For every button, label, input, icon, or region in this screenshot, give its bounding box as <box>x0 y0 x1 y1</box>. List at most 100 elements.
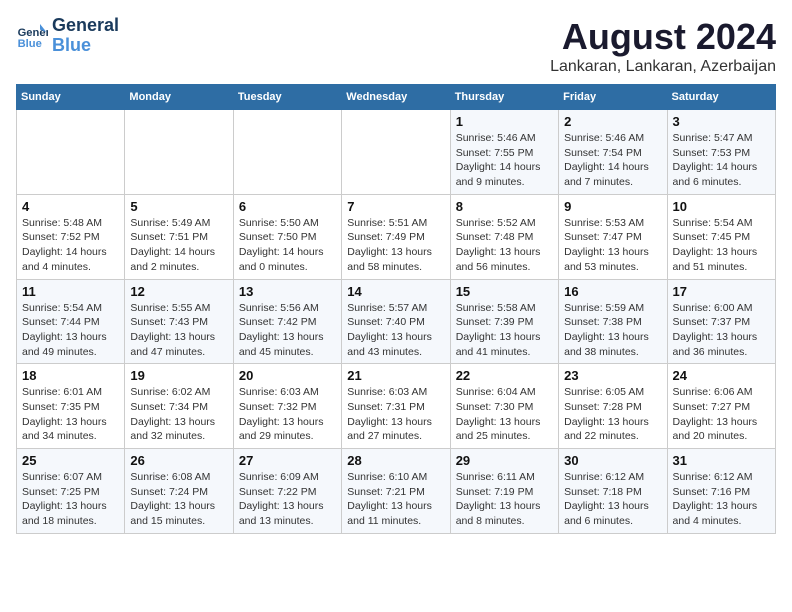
calendar-cell: 19 Sunrise: 6:02 AM Sunset: 7:34 PM Dayli… <box>125 364 233 449</box>
day-info: Sunrise: 5:54 AM Sunset: 7:44 PM Dayligh… <box>22 301 119 360</box>
day-info: Sunrise: 6:09 AM Sunset: 7:22 PM Dayligh… <box>239 470 336 529</box>
day-number: 3 <box>673 114 770 129</box>
day-number: 31 <box>673 453 770 468</box>
day-number: 19 <box>130 368 227 383</box>
day-info: Sunrise: 6:12 AM Sunset: 7:16 PM Dayligh… <box>673 470 770 529</box>
day-info: Sunrise: 5:53 AM Sunset: 7:47 PM Dayligh… <box>564 216 661 275</box>
day-info: Sunrise: 5:54 AM Sunset: 7:45 PM Dayligh… <box>673 216 770 275</box>
day-number: 4 <box>22 199 119 214</box>
header-wednesday: Wednesday <box>342 85 450 110</box>
calendar-cell: 25 Sunrise: 6:07 AM Sunset: 7:25 PM Dayli… <box>17 449 125 534</box>
day-info: Sunrise: 5:55 AM Sunset: 7:43 PM Dayligh… <box>130 301 227 360</box>
day-info: Sunrise: 6:01 AM Sunset: 7:35 PM Dayligh… <box>22 385 119 444</box>
day-info: Sunrise: 6:10 AM Sunset: 7:21 PM Dayligh… <box>347 470 444 529</box>
page-header: General Blue General Blue August 2024 La… <box>16 16 776 76</box>
calendar-cell: 28 Sunrise: 6:10 AM Sunset: 7:21 PM Dayli… <box>342 449 450 534</box>
day-info: Sunrise: 6:08 AM Sunset: 7:24 PM Dayligh… <box>130 470 227 529</box>
day-info: Sunrise: 6:07 AM Sunset: 7:25 PM Dayligh… <box>22 470 119 529</box>
day-number: 18 <box>22 368 119 383</box>
calendar-cell: 30 Sunrise: 6:12 AM Sunset: 7:18 PM Dayli… <box>559 449 667 534</box>
calendar-cell <box>17 110 125 195</box>
day-info: Sunrise: 5:59 AM Sunset: 7:38 PM Dayligh… <box>564 301 661 360</box>
logo-text-line1: General <box>52 16 119 36</box>
day-info: Sunrise: 6:04 AM Sunset: 7:30 PM Dayligh… <box>456 385 553 444</box>
header-sunday: Sunday <box>17 85 125 110</box>
day-number: 25 <box>22 453 119 468</box>
day-number: 26 <box>130 453 227 468</box>
header-thursday: Thursday <box>450 85 558 110</box>
day-number: 15 <box>456 284 553 299</box>
day-number: 30 <box>564 453 661 468</box>
day-info: Sunrise: 6:03 AM Sunset: 7:32 PM Dayligh… <box>239 385 336 444</box>
calendar-cell: 23 Sunrise: 6:05 AM Sunset: 7:28 PM Dayli… <box>559 364 667 449</box>
day-number: 5 <box>130 199 227 214</box>
week-row-0: 1Sunrise: 5:46 AM Sunset: 7:55 PM Daylig… <box>17 110 776 195</box>
calendar-cell: 13 Sunrise: 5:56 AM Sunset: 7:42 PM Dayli… <box>233 279 341 364</box>
day-number: 16 <box>564 284 661 299</box>
day-info: Sunrise: 6:00 AM Sunset: 7:37 PM Dayligh… <box>673 301 770 360</box>
day-info: Sunrise: 5:52 AM Sunset: 7:48 PM Dayligh… <box>456 216 553 275</box>
day-number: 27 <box>239 453 336 468</box>
calendar-cell: 29 Sunrise: 6:11 AM Sunset: 7:19 PM Dayli… <box>450 449 558 534</box>
day-info: Sunrise: 5:51 AM Sunset: 7:49 PM Dayligh… <box>347 216 444 275</box>
calendar-cell: 11 Sunrise: 5:54 AM Sunset: 7:44 PM Dayli… <box>17 279 125 364</box>
header-tuesday: Tuesday <box>233 85 341 110</box>
page-title: August 2024 <box>550 16 776 58</box>
calendar-cell: 1Sunrise: 5:46 AM Sunset: 7:55 PM Daylig… <box>450 110 558 195</box>
day-info: Sunrise: 5:56 AM Sunset: 7:42 PM Dayligh… <box>239 301 336 360</box>
logo: General Blue General Blue <box>16 16 119 56</box>
calendar-cell: 20Sunrise: 6:03 AM Sunset: 7:32 PM Dayli… <box>233 364 341 449</box>
day-number: 22 <box>456 368 553 383</box>
day-number: 11 <box>22 284 119 299</box>
calendar-cell: 15Sunrise: 5:58 AM Sunset: 7:39 PM Dayli… <box>450 279 558 364</box>
calendar-cell: 12 Sunrise: 5:55 AM Sunset: 7:43 PM Dayli… <box>125 279 233 364</box>
calendar-cell: 22 Sunrise: 6:04 AM Sunset: 7:30 PM Dayli… <box>450 364 558 449</box>
day-info: Sunrise: 6:05 AM Sunset: 7:28 PM Dayligh… <box>564 385 661 444</box>
day-info: Sunrise: 6:06 AM Sunset: 7:27 PM Dayligh… <box>673 385 770 444</box>
day-number: 23 <box>564 368 661 383</box>
header-saturday: Saturday <box>667 85 775 110</box>
day-info: Sunrise: 6:03 AM Sunset: 7:31 PM Dayligh… <box>347 385 444 444</box>
week-row-1: 4Sunrise: 5:48 AM Sunset: 7:52 PM Daylig… <box>17 194 776 279</box>
calendar-cell: 18 Sunrise: 6:01 AM Sunset: 7:35 PM Dayli… <box>17 364 125 449</box>
calendar-cell <box>233 110 341 195</box>
day-info: Sunrise: 6:02 AM Sunset: 7:34 PM Dayligh… <box>130 385 227 444</box>
calendar-cell: 16 Sunrise: 5:59 AM Sunset: 7:38 PM Dayli… <box>559 279 667 364</box>
week-row-3: 18 Sunrise: 6:01 AM Sunset: 7:35 PM Dayli… <box>17 364 776 449</box>
calendar-cell: 17Sunrise: 6:00 AM Sunset: 7:37 PM Dayli… <box>667 279 775 364</box>
page-subtitle: Lankaran, Lankaran, Azerbaijan <box>550 58 776 76</box>
calendar-cell: 21Sunrise: 6:03 AM Sunset: 7:31 PM Dayli… <box>342 364 450 449</box>
day-number: 10 <box>673 199 770 214</box>
day-info: Sunrise: 5:46 AM Sunset: 7:55 PM Dayligh… <box>456 131 553 190</box>
calendar-cell: 5 Sunrise: 5:49 AM Sunset: 7:51 PM Daylig… <box>125 194 233 279</box>
header-friday: Friday <box>559 85 667 110</box>
day-info: Sunrise: 5:47 AM Sunset: 7:53 PM Dayligh… <box>673 131 770 190</box>
calendar-header-row: SundayMondayTuesdayWednesdayThursdayFrid… <box>17 85 776 110</box>
calendar-cell: 10 Sunrise: 5:54 AM Sunset: 7:45 PM Dayli… <box>667 194 775 279</box>
calendar-cell: 27 Sunrise: 6:09 AM Sunset: 7:22 PM Dayli… <box>233 449 341 534</box>
calendar-cell: 7 Sunrise: 5:51 AM Sunset: 7:49 PM Daylig… <box>342 194 450 279</box>
day-number: 7 <box>347 199 444 214</box>
calendar-cell: 8Sunrise: 5:52 AM Sunset: 7:48 PM Daylig… <box>450 194 558 279</box>
calendar-table: SundayMondayTuesdayWednesdayThursdayFrid… <box>16 84 776 534</box>
day-info: Sunrise: 6:11 AM Sunset: 7:19 PM Dayligh… <box>456 470 553 529</box>
day-number: 29 <box>456 453 553 468</box>
title-block: August 2024 Lankaran, Lankaran, Azerbaij… <box>550 16 776 76</box>
day-number: 12 <box>130 284 227 299</box>
day-info: Sunrise: 5:46 AM Sunset: 7:54 PM Dayligh… <box>564 131 661 190</box>
calendar-cell: 6Sunrise: 5:50 AM Sunset: 7:50 PM Daylig… <box>233 194 341 279</box>
day-info: Sunrise: 6:12 AM Sunset: 7:18 PM Dayligh… <box>564 470 661 529</box>
day-info: Sunrise: 5:49 AM Sunset: 7:51 PM Dayligh… <box>130 216 227 275</box>
calendar-cell: 3 Sunrise: 5:47 AM Sunset: 7:53 PM Daylig… <box>667 110 775 195</box>
day-number: 28 <box>347 453 444 468</box>
day-number: 9 <box>564 199 661 214</box>
calendar-cell: 26 Sunrise: 6:08 AM Sunset: 7:24 PM Dayli… <box>125 449 233 534</box>
day-info: Sunrise: 5:57 AM Sunset: 7:40 PM Dayligh… <box>347 301 444 360</box>
logo-icon: General Blue <box>16 20 48 52</box>
day-number: 2 <box>564 114 661 129</box>
header-monday: Monday <box>125 85 233 110</box>
day-number: 13 <box>239 284 336 299</box>
calendar-cell: 2 Sunrise: 5:46 AM Sunset: 7:54 PM Daylig… <box>559 110 667 195</box>
calendar-cell <box>125 110 233 195</box>
calendar-cell: 9 Sunrise: 5:53 AM Sunset: 7:47 PM Daylig… <box>559 194 667 279</box>
